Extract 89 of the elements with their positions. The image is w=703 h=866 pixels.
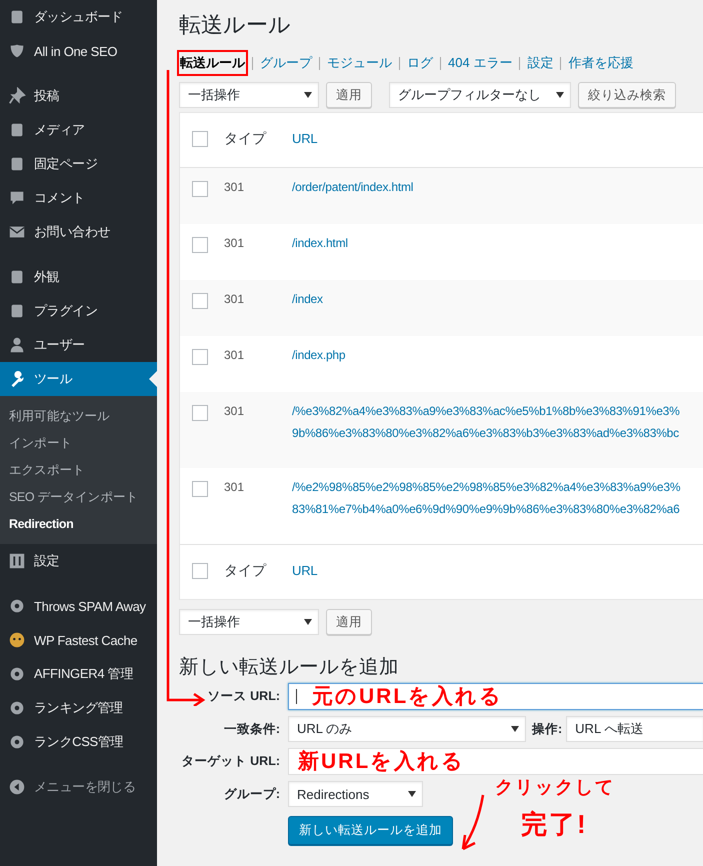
- target-url-field[interactable]: [288, 748, 703, 775]
- tab[interactable]: グループ: [259, 52, 313, 74]
- sidebar-item[interactable]: メディア: [0, 113, 157, 147]
- sliders-icon: [8, 552, 26, 570]
- filter-button[interactable]: 絞り込み検索: [578, 82, 676, 108]
- shield-icon: [8, 42, 26, 60]
- field-label: ソース URL:: [206, 688, 280, 705]
- caret-icon: [556, 92, 564, 98]
- url-link[interactable]: /index: [292, 288, 323, 310]
- group-filter-select[interactable]: グループフィルターなし: [389, 82, 571, 108]
- sidebar-item[interactable]: Throws SPAM Away: [0, 589, 157, 623]
- sidebar-item[interactable]: ランクCSS管理: [0, 725, 157, 759]
- type-cell-text: 301: [224, 348, 246, 362]
- sidebar-item[interactable]: All in One SEO: [0, 34, 157, 68]
- sidebar-item[interactable]: ツール: [0, 362, 157, 396]
- url-link[interactable]: /%e2%98%85%e2%98%85%e2%98%85%e3%82%a4%e3%83%a9%e3% 83%81%e7%b4%a0%e6%9d%90%e9%9b%86%e3%83%80%e3%82%a6: [292, 476, 680, 520]
- sidebar-item[interactable]: 固定ページ: [0, 147, 157, 181]
- apply-button[interactable]: 適用: [326, 609, 372, 635]
- row-checkbox[interactable]: [192, 181, 208, 197]
- row-checkbox[interactable]: [192, 237, 208, 253]
- pin-icon: [8, 87, 26, 105]
- row-checkbox[interactable]: [192, 293, 208, 309]
- type-cell-text: 301: [224, 180, 246, 194]
- section-heading: 新しい転送ルールを追加: [179, 655, 400, 680]
- sidebar-item[interactable]: WP Fastest Cache: [0, 623, 157, 657]
- match-select[interactable]: URL のみ: [288, 716, 526, 742]
- action-select[interactable]: URL へ転送: [566, 716, 703, 742]
- type-cell-text: 301: [224, 480, 246, 494]
- column-header: タイプ: [224, 562, 268, 580]
- url-link[interactable]: /%e3%82%a4%e3%83%a9%e3%83%ac%e5%b1%8b%e3%83%91%e3% 9b%86%e3%83%80%e3%82%a6%e3%83%b3%e3%83%ad%e3%83%bc: [292, 400, 680, 444]
- row-checkbox[interactable]: [192, 481, 208, 497]
- handwritten-note: 完了!: [521, 808, 588, 841]
- column-header: タイプ: [224, 130, 268, 148]
- handwritten-note: クリックして: [495, 776, 615, 799]
- row-checkbox[interactable]: [192, 349, 208, 365]
- sidebar-item[interactable]: プラグイン: [0, 294, 157, 328]
- group-select[interactable]: Redirections: [288, 781, 423, 807]
- sidebar-item[interactable]: 投稿: [0, 79, 157, 113]
- sidebar-item[interactable]: ユーザー: [0, 328, 157, 362]
- tab[interactable]: ログ: [406, 52, 434, 74]
- submenu-item[interactable]: SEO データインポート: [0, 484, 157, 511]
- caret-icon: [511, 726, 519, 732]
- select-all-checkbox[interactable]: [192, 563, 208, 579]
- tab[interactable]: モジュール: [326, 52, 393, 74]
- sidebar-item[interactable]: お問い合わせ: [0, 215, 157, 249]
- url-link[interactable]: /order/patent/index.html: [292, 176, 414, 198]
- type-cell-text: 301: [224, 236, 246, 250]
- submenu-item[interactable]: エクスポート: [0, 457, 157, 484]
- source-url-field[interactable]: [288, 683, 703, 710]
- handwritten-note: 新URLを入れる: [298, 748, 466, 775]
- caret-icon: [304, 619, 312, 625]
- field-label: ターゲット URL:: [180, 753, 280, 770]
- submenu-item[interactable]: インポート: [0, 430, 157, 457]
- url-link[interactable]: /index.php: [292, 344, 346, 366]
- caret-icon: [304, 92, 312, 98]
- submenu-item[interactable]: 利用可能なツール: [0, 403, 157, 430]
- comment-icon: [8, 189, 26, 207]
- sidebar-item[interactable]: コメント: [0, 181, 157, 215]
- submenu-item[interactable]: Redirection: [0, 511, 157, 538]
- type-cell-text: 301: [224, 292, 246, 306]
- tab[interactable]: 設定: [526, 52, 554, 74]
- bulk-action-select[interactable]: 一括操作: [179, 82, 319, 108]
- select-all-checkbox[interactable]: [192, 131, 208, 147]
- handwritten-note: 元のURLを入れる: [312, 684, 504, 710]
- caret-icon: [408, 791, 416, 797]
- field-label: 一致条件:: [222, 720, 280, 738]
- url-link[interactable]: /index.html: [292, 232, 348, 254]
- page-title: 転送ルール: [179, 11, 292, 39]
- collapse-menu-button[interactable]: メニューを閉じる: [0, 770, 157, 804]
- mascot-icon: [8, 631, 26, 649]
- user-icon: [8, 336, 26, 354]
- bulk-action-select[interactable]: 一括操作: [179, 609, 319, 635]
- tab[interactable]: 転送ルール: [179, 52, 246, 74]
- add-rule-button[interactable]: 新しい転送ルールを追加: [288, 816, 453, 844]
- column-header[interactable]: URL: [292, 128, 318, 150]
- sidebar-item[interactable]: 外観: [0, 260, 157, 294]
- row-checkbox[interactable]: [192, 405, 208, 421]
- column-header[interactable]: URL: [292, 560, 318, 582]
- sidebar-item[interactable]: 設定: [0, 544, 157, 578]
- sidebar-item[interactable]: ランキング管理: [0, 691, 157, 725]
- tab[interactable]: 作者を応援: [567, 52, 634, 74]
- field-label: 操作:: [532, 720, 562, 738]
- sidebar-item[interactable]: ダッシュボード: [0, 0, 157, 34]
- collapse-icon: [8, 778, 26, 796]
- apply-button[interactable]: 適用: [326, 82, 372, 108]
- field-label: グループ:: [222, 786, 280, 802]
- type-cell-text: 301: [224, 404, 246, 418]
- sidebar-item[interactable]: AFFINGER4 管理: [0, 657, 157, 691]
- tab[interactable]: 404 エラー: [447, 52, 514, 74]
